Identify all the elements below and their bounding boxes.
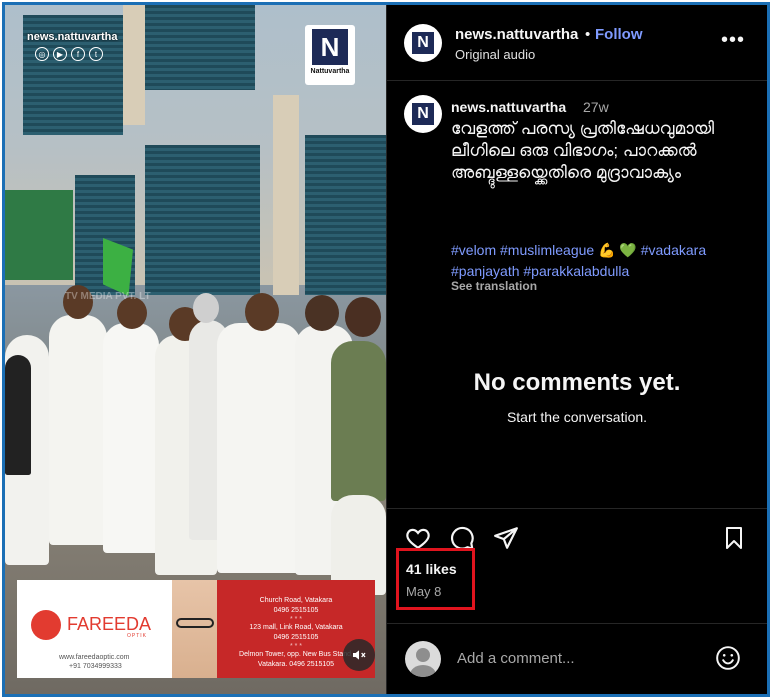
emoji-icon — [716, 646, 740, 670]
comment-input[interactable]: Add a comment... — [457, 650, 575, 667]
post-details-panel: N news.nattuvartha • Follow Original aud… — [386, 5, 767, 694]
person-head — [245, 293, 279, 331]
speaker-muted-icon — [353, 650, 366, 660]
person-head — [193, 293, 219, 323]
facebook-icon: f — [71, 47, 85, 61]
emoji-button[interactable] — [714, 644, 742, 672]
shop-shutter — [145, 145, 260, 295]
person — [5, 355, 31, 475]
share-button[interactable] — [492, 524, 520, 552]
ad-line: 0496 2515105 — [273, 607, 319, 614]
see-translation-link[interactable]: See translation — [451, 279, 537, 293]
ad-line: Church Road, Vatakara — [259, 597, 333, 604]
current-user-avatar — [405, 641, 441, 677]
video-player[interactable]: news.nattuvartha ◎ ▶ f t N Nattuvartha T… — [5, 5, 386, 694]
youtube-icon: ▶ — [53, 47, 67, 61]
no-comments-subtitle: Start the conversation. — [506, 409, 648, 425]
ad-brand-block: FAREEDA OPTIK www.fareedaoptic.com +91 7… — [17, 580, 172, 678]
avatar-logo-mark: N — [412, 32, 434, 54]
channel-logo: N Nattuvartha — [305, 25, 355, 85]
instagram-post-window: news.nattuvartha ◎ ▶ f t N Nattuvartha T… — [2, 2, 770, 697]
building-pillar — [123, 5, 145, 125]
logo-mark: N — [312, 29, 348, 65]
author-username[interactable]: news.nattuvartha — [455, 26, 578, 43]
post-header: N news.nattuvartha • Follow Original aud… — [387, 5, 767, 81]
flex-emoji: 💪 — [598, 242, 616, 258]
user-silhouette-icon — [410, 648, 436, 677]
save-button[interactable] — [720, 524, 748, 552]
glasses-icon — [176, 618, 214, 628]
post-actions: 41 likes May 8 — [387, 508, 767, 623]
follow-button[interactable]: Follow — [595, 26, 643, 43]
instagram-icon: ◎ — [35, 47, 49, 61]
person-head — [345, 297, 381, 337]
separator-dot: • — [585, 26, 591, 43]
ad-brand-sub: OPTIK — [127, 633, 148, 639]
twitter-icon: t — [89, 47, 103, 61]
caption-time[interactable]: 27w — [583, 99, 609, 115]
mute-button[interactable] — [343, 639, 375, 671]
shop-shutter — [145, 5, 255, 90]
no-comments-title: No comments yet. — [473, 369, 681, 396]
building-pillar — [273, 95, 299, 295]
person — [103, 323, 159, 553]
ad-line: 123 mall, Link Road, Vatakara — [249, 624, 343, 631]
caption-hashtags: #velom #muslimleague 💪 💚 #vadakara #panj… — [451, 240, 751, 282]
comment-composer: Add a comment... — [387, 623, 767, 694]
person — [217, 323, 301, 573]
hashtag-link[interactable]: #vadakara — [641, 242, 706, 258]
green-heart-emoji: 💚 — [619, 242, 637, 258]
shop-shutter — [305, 135, 386, 295]
ad-banner: FAREEDA OPTIK www.fareedaoptic.com +91 7… — [17, 580, 375, 678]
green-awning — [5, 190, 73, 280]
more-options-icon[interactable]: ••• — [721, 29, 745, 52]
person — [49, 315, 107, 545]
share-icon — [494, 527, 518, 549]
person — [331, 341, 386, 501]
tv-watermark: TV MEDIA PVT. LT — [65, 291, 151, 302]
caption-avatar[interactable]: N — [404, 95, 442, 133]
author-avatar[interactable]: N — [404, 24, 442, 62]
save-icon — [726, 527, 742, 549]
ad-model-image — [172, 580, 217, 678]
caption-text: വേളത്ത് പരസ്യ പ്രതിഷേധവുമായി ലീഗിലെ ഒരു … — [451, 119, 715, 182]
hashtag-links[interactable]: #panjayath #parakkalabdulla — [451, 263, 629, 279]
watermark-social-icons: ◎ ▶ f t — [35, 47, 103, 61]
ad-brand: FAREEDA — [67, 614, 152, 634]
logo-text: Nattuvartha — [310, 68, 350, 75]
avatar-logo-mark: N — [412, 103, 434, 125]
post-date[interactable]: May 8 — [406, 584, 441, 599]
ad-phone: +91 7034999333 — [69, 663, 122, 670]
likes-count[interactable]: 41 likes — [406, 561, 457, 577]
likes-highlight-box — [396, 548, 475, 610]
ad-logo-icon — [31, 610, 61, 640]
ad-line: * * * — [289, 616, 303, 623]
person-head — [305, 295, 339, 331]
audio-label[interactable]: Original audio — [455, 47, 535, 62]
ad-website: www.fareedaoptic.com — [59, 654, 130, 661]
caption-username[interactable]: news.nattuvartha — [451, 99, 566, 115]
watermark-site: news.nattuvartha — [27, 31, 118, 43]
hashtag-links[interactable]: #velom #muslimleague — [451, 242, 594, 258]
